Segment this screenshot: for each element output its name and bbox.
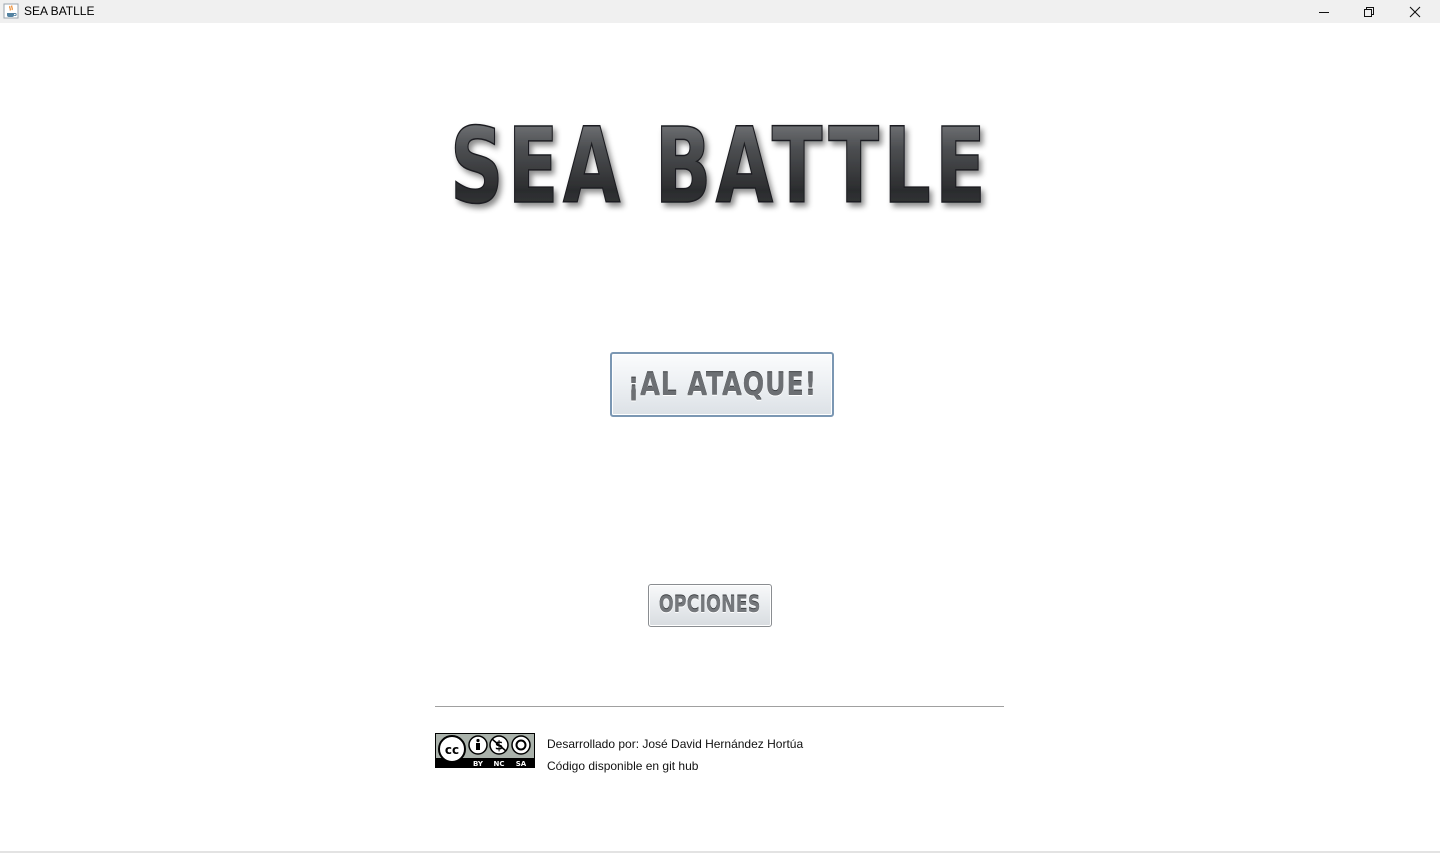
license-by-label: BY	[473, 760, 484, 768]
java-coffee-icon	[3, 3, 19, 19]
footer-divider	[435, 706, 1004, 707]
minimize-button[interactable]	[1301, 0, 1347, 23]
license-nc-label: NC	[494, 760, 505, 768]
game-logo: SEA BATTLE	[449, 104, 990, 214]
maximize-icon	[1363, 6, 1375, 18]
license-sa-label: SA	[516, 760, 527, 768]
creative-commons-by-nc-sa-icon: cc $ BY NC SA	[435, 733, 535, 768]
attack-button-label: ¡AL ATAQUE!	[627, 366, 817, 403]
minimize-icon	[1318, 6, 1330, 18]
maximize-button[interactable]	[1346, 0, 1392, 23]
svg-text:cc: cc	[445, 743, 459, 757]
main-window: SEA BATLLE SEA BATTLE ¡AL ATAQUE! OPCION…	[0, 0, 1440, 853]
options-button[interactable]: OPCIONES	[648, 584, 772, 627]
options-button-label: OPCIONES	[659, 593, 761, 618]
source-code-link[interactable]: Código disponible en git hub	[547, 755, 803, 777]
attack-button[interactable]: ¡AL ATAQUE!	[610, 352, 834, 417]
developer-credit: Desarrollado por: José David Hernández H…	[547, 737, 804, 751]
window-title: SEA BATLLE	[24, 4, 95, 18]
logo-title: SEA BATTLE	[450, 105, 990, 214]
close-icon	[1409, 6, 1421, 18]
close-button[interactable]	[1392, 0, 1438, 23]
title-bar: SEA BATLLE	[0, 0, 1440, 23]
credits: Desarrollado por: José David Hernández H…	[547, 733, 803, 777]
